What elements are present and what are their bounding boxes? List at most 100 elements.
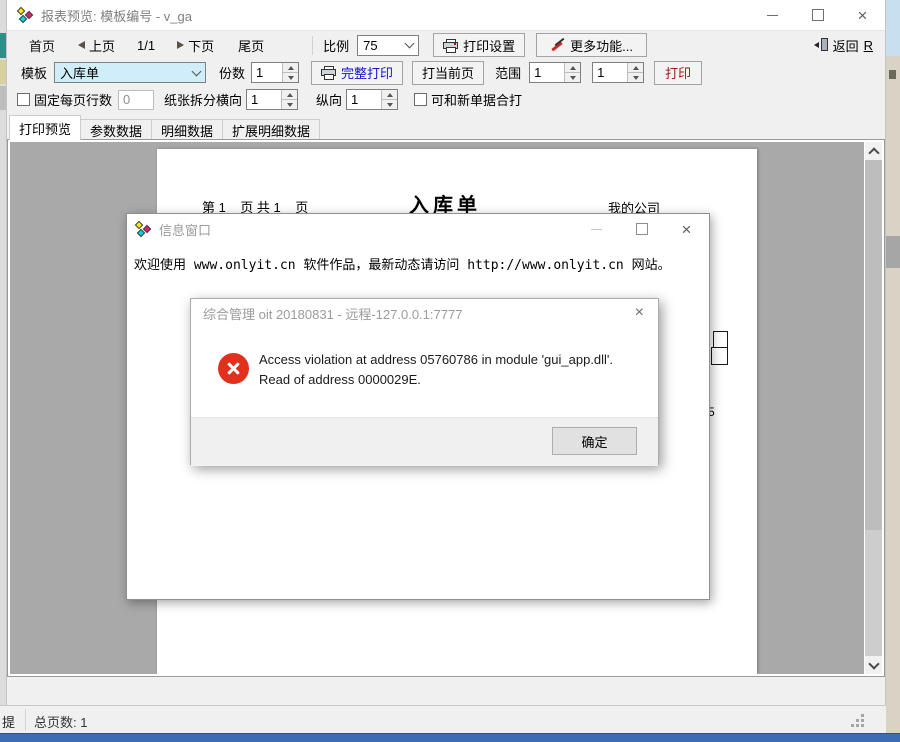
minimize-button[interactable] xyxy=(750,0,795,30)
tab-extended-detail-data[interactable]: 扩展明细数据 xyxy=(222,119,320,140)
navigation-toolbar: 首页 上页 1/1 下页 尾页 比例 75 打印设置 更多功能... 返回R xyxy=(7,30,885,59)
copies-value: 1 xyxy=(252,63,282,82)
template-label: 模板 xyxy=(21,63,47,82)
chevron-up-icon xyxy=(868,147,879,158)
page-indicator: 1/1 xyxy=(137,38,155,53)
background-window-right-sliver xyxy=(886,0,900,733)
chevron-down-icon xyxy=(868,658,879,669)
fixed-rows-checkbox[interactable] xyxy=(17,93,30,106)
split-horizontal-label: 纸张拆分横向 xyxy=(164,90,242,109)
range-from-stepper[interactable]: 1 xyxy=(529,62,581,83)
error-message: Access violation at address 05760786 in … xyxy=(259,350,641,390)
tab-detail-data[interactable]: 明细数据 xyxy=(151,119,223,140)
stepper-buttons[interactable] xyxy=(281,90,297,109)
split-vertical-stepper[interactable]: 1 xyxy=(346,89,398,110)
error-dialog-footer: 确定 xyxy=(191,417,658,466)
window-controls: × xyxy=(574,214,709,244)
stepper-buttons[interactable] xyxy=(627,63,643,82)
close-icon[interactable]: × xyxy=(635,305,644,321)
window-title: 报表预览: 模板编号 - v_ga xyxy=(41,6,192,25)
full-print-button[interactable]: 完整打印 xyxy=(311,61,403,85)
print-button[interactable]: 打印 xyxy=(654,61,702,85)
print-settings-button[interactable]: 打印设置 xyxy=(433,33,525,57)
minimize-button xyxy=(574,214,619,244)
options-toolbar: 固定每页行数 纸张拆分横向 1 纵向 1 可和新单据合打 xyxy=(7,86,885,113)
prev-page-button[interactable]: 上页 xyxy=(78,36,115,55)
maximize-icon xyxy=(636,223,648,235)
chevron-down-icon xyxy=(192,66,202,76)
app-icon xyxy=(17,7,34,24)
status-left-fragment: 提 xyxy=(2,712,15,731)
back-button[interactable]: 返回R xyxy=(814,36,873,55)
title-bar: 报表预览: 模板编号 - v_ga × xyxy=(7,0,885,30)
info-window-title-bar: 信息窗口 × xyxy=(127,214,709,244)
stepper-buttons[interactable] xyxy=(282,63,298,82)
ok-button[interactable]: 确定 xyxy=(552,427,637,455)
print-toolbar: 模板 入库单 份数 1 完整打印 打当前页 范围 1 1 打印 xyxy=(7,59,885,86)
close-icon: × xyxy=(858,7,868,24)
maximize-icon xyxy=(812,9,824,21)
window-controls: × xyxy=(750,0,885,30)
down-arrow-icon xyxy=(287,103,293,107)
copies-stepper[interactable]: 1 xyxy=(251,62,299,83)
range-to-stepper[interactable]: 1 xyxy=(592,62,644,83)
merge-print-label: 可和新单据合打 xyxy=(431,90,522,109)
merge-print-checkbox[interactable] xyxy=(414,93,427,106)
range-label: 范围 xyxy=(495,63,521,82)
maximize-button[interactable] xyxy=(795,0,840,30)
tools-icon xyxy=(550,38,565,52)
back-hotkey: R xyxy=(864,38,873,53)
error-dialog-body: Access violation at address 05760786 in … xyxy=(191,327,658,417)
scale-combobox[interactable]: 75 xyxy=(357,35,419,56)
error-dialog-title: 综合管理 oit 20180831 - 远程-127.0.0.1:7777 xyxy=(203,304,462,323)
resize-grip[interactable] xyxy=(850,713,864,727)
prev-page-icon xyxy=(78,41,85,49)
up-arrow-icon xyxy=(570,66,576,70)
tab-print-preview[interactable]: 打印预览 xyxy=(9,115,81,140)
vertical-scrollbar[interactable] xyxy=(865,142,882,674)
fixed-rows-input[interactable] xyxy=(118,90,154,110)
next-page-icon xyxy=(177,41,184,49)
range-from-value: 1 xyxy=(530,63,564,82)
template-combobox[interactable]: 入库单 xyxy=(54,62,206,83)
stepper-buttons[interactable] xyxy=(564,63,580,82)
split-vertical-value: 1 xyxy=(347,90,381,109)
scroll-up-button[interactable] xyxy=(865,142,882,160)
background-fragment xyxy=(886,0,900,56)
status-panel-divider xyxy=(25,709,26,731)
total-pages-text: 总页数: 1 xyxy=(34,712,87,731)
printer-icon xyxy=(321,66,336,79)
minimize-icon xyxy=(591,229,602,230)
down-arrow-icon xyxy=(570,76,576,80)
table-cell-fragment xyxy=(711,347,728,365)
error-dialog: 综合管理 oit 20180831 - 远程-127.0.0.1:7777 × … xyxy=(190,298,659,465)
range-to-value: 1 xyxy=(593,63,627,82)
up-arrow-icon xyxy=(633,66,639,70)
maximize-button[interactable] xyxy=(619,214,664,244)
up-arrow-icon xyxy=(287,93,293,97)
tab-parameter-data[interactable]: 参数数据 xyxy=(80,119,152,140)
close-button[interactable]: × xyxy=(664,214,709,244)
split-horizontal-stepper[interactable]: 1 xyxy=(246,89,298,110)
down-arrow-icon xyxy=(387,103,393,107)
first-page-button[interactable]: 首页 xyxy=(29,36,55,55)
copies-label: 份数 xyxy=(219,63,245,82)
status-bar: 提 总页数: 1 xyxy=(0,705,886,733)
print-current-page-button[interactable]: 打当前页 xyxy=(412,61,484,85)
down-arrow-icon xyxy=(288,76,294,80)
template-value: 入库单 xyxy=(60,63,99,82)
printer-icon xyxy=(443,39,458,52)
close-button[interactable]: × xyxy=(840,0,885,30)
scroll-down-button[interactable] xyxy=(865,656,882,674)
down-arrow-icon xyxy=(633,76,639,80)
scrollbar-thumb[interactable] xyxy=(865,160,882,530)
last-page-button[interactable]: 尾页 xyxy=(238,36,264,55)
toolbar-separator xyxy=(312,36,313,55)
up-arrow-icon xyxy=(288,66,294,70)
app-icon xyxy=(135,221,152,238)
next-page-button[interactable]: 下页 xyxy=(177,36,214,55)
more-functions-button[interactable]: 更多功能... xyxy=(536,33,647,57)
fixed-rows-label: 固定每页行数 xyxy=(34,90,112,109)
background-fragment xyxy=(886,236,900,268)
stepper-buttons[interactable] xyxy=(381,90,397,109)
